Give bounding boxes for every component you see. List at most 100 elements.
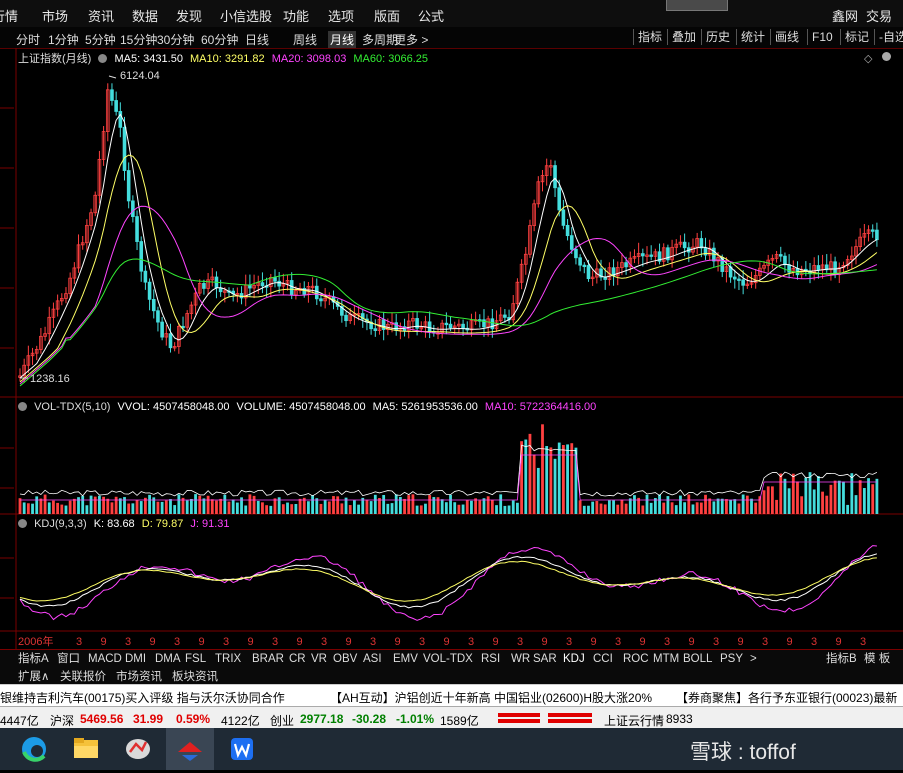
candle-body: [373, 328, 378, 331]
volume-bar: [708, 498, 712, 514]
candle-body: [147, 281, 152, 300]
menu-item-4[interactable]: 发现: [176, 6, 202, 25]
edge-browser-icon[interactable]: [10, 728, 58, 770]
menu-item-7[interactable]: 选项: [328, 6, 354, 25]
indicator-tab-窗口[interactable]: 窗口: [57, 652, 80, 666]
indicator-tab-EMV[interactable]: EMV: [393, 652, 418, 666]
volume-bar: [18, 498, 22, 514]
indicator-tab-指标A[interactable]: 指标A: [18, 652, 49, 666]
toolbar-button-2[interactable]: 历史: [701, 29, 734, 45]
indicator-tab-VR[interactable]: VR: [311, 652, 327, 666]
wps-office-icon[interactable]: [218, 728, 266, 770]
trading-app-icon[interactable]: [114, 728, 162, 770]
indicator-tab-DMA[interactable]: DMA: [155, 652, 181, 666]
menu-item-5[interactable]: 小信选股: [220, 6, 272, 25]
indicator-tab-ROC[interactable]: ROC: [623, 652, 649, 666]
volume-bar: [474, 498, 478, 514]
volume-bar: [135, 499, 139, 514]
menu-item-2[interactable]: 资讯: [88, 6, 114, 25]
indicator-tab-b[interactable]: 指标B: [826, 652, 857, 666]
indicator-tab-RSI[interactable]: RSI: [481, 652, 500, 666]
period-5[interactable]: 60分钟: [201, 31, 238, 48]
indicator-tab-OBV[interactable]: OBV: [333, 652, 357, 666]
period-9[interactable]: 多周期: [362, 31, 398, 48]
shenzhen-change: 31.99: [133, 712, 164, 726]
market-breadth-bars: [498, 713, 592, 723]
news-item[interactable]: 【券商聚焦】各行予东亚银行(00023)最新: [676, 689, 897, 706]
period-2[interactable]: 5分钟: [85, 31, 116, 48]
indicator-tab-FSL[interactable]: FSL: [185, 652, 206, 666]
sub-tab-2[interactable]: 市场资讯: [116, 668, 162, 684]
menu-item-9[interactable]: 公式: [418, 6, 444, 25]
hexin-app-icon[interactable]: [166, 728, 214, 770]
toolbar-button-1[interactable]: 叠加: [667, 29, 700, 45]
file-explorer-icon[interactable]: [62, 728, 110, 770]
indicator-tab-TRIX[interactable]: TRIX: [215, 652, 241, 666]
volume-bar: [716, 498, 720, 514]
template-tab[interactable]: 模 板: [864, 652, 890, 666]
news-item[interactable]: 【AH互动】沪铝创近十年新高 中国铝业(02600)H股大涨20%: [330, 689, 652, 706]
indicator-tab-CR[interactable]: CR: [289, 652, 306, 666]
menu-right-0[interactable]: 鑫网: [832, 6, 858, 25]
volume-bar: [373, 494, 377, 514]
menu-right-1[interactable]: 交易: [866, 6, 892, 25]
indicator-tab-BOLL[interactable]: BOLL: [683, 652, 712, 666]
period-1[interactable]: 1分钟: [48, 31, 79, 48]
volume-bar: [465, 499, 469, 514]
x-axis-tick-label: 9: [297, 636, 303, 648]
period-0[interactable]: 分时: [16, 31, 40, 48]
status-amount: 4447亿: [0, 714, 39, 728]
indicator-tab-CCI[interactable]: CCI: [593, 652, 613, 666]
volume-bar: [482, 498, 486, 514]
volume-bar: [81, 495, 85, 514]
x-axis-tick-label: 9: [787, 636, 793, 648]
menu-item-8[interactable]: 版面: [374, 6, 400, 25]
indicator-tab-KDJ[interactable]: KDJ: [563, 652, 585, 666]
toolbar-button-6[interactable]: 标记: [840, 29, 873, 45]
volume-bar: [620, 499, 624, 514]
news-item[interactable]: 银维持吉利汽车(00175)买入评级 指与沃尔沃协同合作: [0, 689, 285, 706]
indicator-tab-MACD[interactable]: MACD: [88, 652, 122, 666]
toolbar-button-7[interactable]: -自选: [874, 29, 903, 45]
menu-item-0[interactable]: 行情: [0, 6, 18, 25]
indicator-tab-WR[interactable]: WR: [511, 652, 530, 666]
indicator-tab-ASI[interactable]: ASI: [363, 652, 382, 666]
volume-bar: [649, 502, 653, 514]
indicator-tab-BRAR[interactable]: BRAR: [252, 652, 284, 666]
period-4[interactable]: 30分钟: [157, 31, 194, 48]
shenzhen-pct: 0.59%: [176, 712, 211, 726]
ma60-line: [19, 258, 877, 387]
period-3[interactable]: 15分钟: [120, 31, 157, 48]
toolbar-button-5[interactable]: F10: [807, 29, 837, 45]
volume-bar: [833, 480, 837, 514]
period-7[interactable]: 周线: [293, 31, 317, 48]
indicator-tab-PSY[interactable]: PSY: [720, 652, 743, 666]
period-6[interactable]: 日线: [245, 31, 269, 48]
volume-bar: [570, 443, 574, 514]
volume-bar: [398, 497, 402, 514]
menu-item-6[interactable]: 功能: [283, 6, 309, 25]
toolbar-button-0[interactable]: 指标: [633, 29, 666, 45]
sub-tab-3[interactable]: 板块资讯: [172, 668, 218, 684]
cloud-market-label[interactable]: 上证云行情: [604, 712, 664, 729]
indicator-tab-VOL-TDX[interactable]: VOL-TDX: [423, 652, 473, 666]
period-10[interactable]: 更多 >: [394, 31, 428, 48]
menu-item-1[interactable]: 市场: [42, 6, 68, 25]
indicator-tab-DMI[interactable]: DMI: [125, 652, 146, 666]
toolbar-button-4[interactable]: 画线: [770, 29, 803, 45]
indicator-tab-MTM[interactable]: MTM: [653, 652, 679, 666]
sub-tab-0[interactable]: 扩展∧: [18, 668, 49, 684]
xueqiu-watermark: 雪球 : toffof: [690, 741, 796, 764]
volume-bar: [382, 495, 386, 514]
x-axis-tick-label: 9: [199, 636, 205, 648]
menu-item-3[interactable]: 数据: [132, 6, 158, 25]
toolbar-button-3[interactable]: 统计: [736, 29, 769, 45]
kline-chart-area[interactable]: 2006年 3 9 3 9 3 9 3 9 3 9 3 9 3 9 3 9 3 9 3 9 3 9 3 9 3 9 3 9 3 9 3 9 3 6…: [0, 48, 903, 649]
volume-bar: [169, 499, 172, 514]
volume-bar: [536, 467, 540, 514]
period-8[interactable]: 月线: [328, 31, 357, 48]
volume-bar: [549, 447, 553, 514]
indicator-tab->[interactable]: >: [750, 652, 757, 666]
sub-tab-1[interactable]: 关联报价: [60, 668, 106, 684]
indicator-tab-SAR[interactable]: SAR: [533, 652, 557, 666]
